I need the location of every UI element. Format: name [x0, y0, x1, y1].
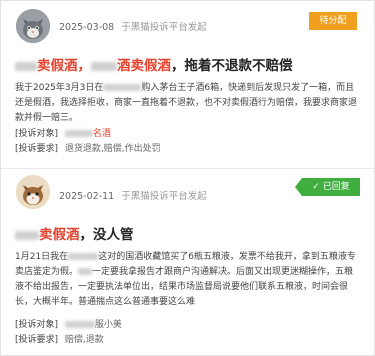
card-header: 2025-02-11 于黑猫投诉平台发起 ✓ 已回复	[9, 171, 366, 211]
redacted-text	[15, 230, 39, 240]
post-meta: 2025-03-08 于黑猫投诉平台发起	[59, 19, 207, 33]
complaint-list: 2025-03-08 于黑猫投诉平台发起 待分配 卖假酒， 酒卖假酒，拖着不退款不…	[0, 0, 375, 356]
tan-cat-avatar	[16, 175, 50, 209]
complaint-object: [投诉对象] 名酒	[15, 127, 111, 141]
post-meta: 2025-02-11 于黑猫投诉平台发起	[59, 188, 207, 202]
request-value: 退货退款,赔偿,作出处罚	[64, 144, 161, 154]
object-label: [投诉对象]	[15, 129, 59, 139]
complaint-body: 1月21日我在 这对的国酒收藏馆买了6瓶五粮液，发票不给我开，拿到五粮液专卖店鉴定…	[15, 250, 360, 310]
complaint-object: [投诉对象] 服小美	[15, 318, 122, 332]
redacted-text	[64, 321, 95, 328]
complaint-request: [投诉要求] 赔偿,退款	[15, 333, 104, 347]
complaint-card[interactable]: 2025-03-08 于黑猫投诉平台发起 待分配 卖假酒， 酒卖假酒，拖着不退款不…	[9, 5, 366, 168]
status-label: 已回复	[322, 182, 350, 192]
complaint-title[interactable]: 卖假酒，没人管	[15, 223, 134, 243]
request-value: 赔偿,退款	[64, 335, 104, 345]
title-text: ，拖着不退款不赔偿	[171, 58, 293, 74]
request-label: [投诉要求]	[15, 144, 59, 154]
redacted-text	[103, 84, 142, 91]
redacted-text	[68, 253, 99, 260]
check-icon: ✓	[312, 182, 323, 192]
card-header: 2025-03-08 于黑猫投诉平台发起 待分配	[9, 5, 366, 45]
status-badge: ✓ 已回复	[295, 178, 360, 196]
request-label: [投诉要求]	[15, 335, 59, 345]
title-highlight: 酒卖假酒	[117, 58, 171, 74]
title-text: ，没人管	[79, 227, 134, 243]
post-date: 2025-02-11	[59, 191, 115, 202]
complaint-body: 我于2025年3月3日在 购入茅台王子酒6箱，快递到后发现只发了一箱，而且还是假酒…	[15, 81, 360, 126]
complaint-title[interactable]: 卖假酒， 酒卖假酒，拖着不退款不赔偿	[15, 54, 293, 74]
title-highlight: 卖假酒	[39, 227, 80, 243]
grey-cat-avatar	[16, 9, 50, 43]
object-value[interactable]: 名酒	[93, 129, 111, 139]
object-label: [投诉对象]	[15, 320, 59, 330]
complaint-request: [投诉要求] 退货退款,赔偿,作出处罚	[15, 142, 161, 156]
title-highlight: 卖假酒，	[37, 58, 91, 74]
redacted-text	[78, 268, 93, 275]
post-source: 于黑猫投诉平台发起	[121, 191, 207, 202]
redacted-text	[64, 130, 93, 137]
body-text: 我于2025年3月3日在	[15, 83, 104, 93]
post-date: 2025-03-08	[59, 22, 115, 33]
complaint-card[interactable]: 2025-02-11 于黑猫投诉平台发起 ✓ 已回复 卖假酒，没人管 1月21日…	[9, 171, 366, 353]
redacted-text	[91, 61, 117, 71]
post-source: 于黑猫投诉平台发起	[121, 22, 207, 33]
redacted-text	[15, 61, 37, 71]
body-text: 1月21日我在	[15, 252, 69, 262]
divider	[1, 168, 374, 169]
status-badge: 待分配	[309, 12, 357, 30]
object-value[interactable]: 服小美	[95, 320, 122, 330]
